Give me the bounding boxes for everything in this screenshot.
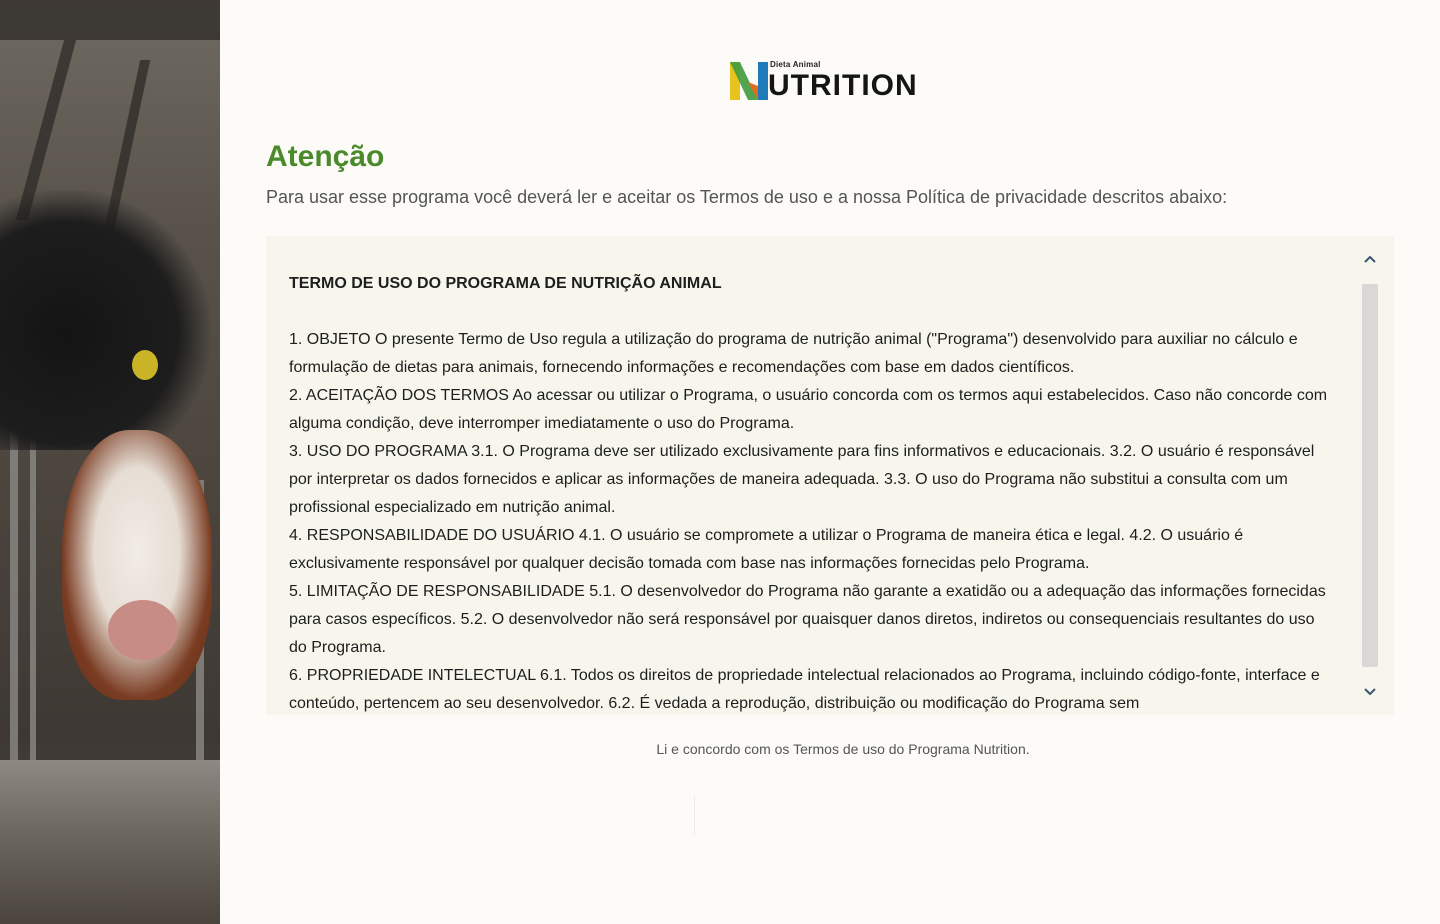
terms-clause: 4. RESPONSABILIDADE DO USUÁRIO 4.1. O us… (289, 527, 1244, 572)
terms-clause: 5. LIMITAÇÃO DE RESPONSABILIDADE 5.1. O … (289, 583, 1326, 656)
chevron-down-icon[interactable] (1360, 681, 1380, 701)
black-cow (0, 190, 210, 450)
ear-tag (132, 350, 158, 380)
logo-tagline: Dieta Animal (770, 60, 821, 69)
stall-bar (10, 430, 18, 760)
barn-roof (0, 0, 220, 40)
agree-terms-label[interactable]: Li e concordo com os Termos de uso do Pr… (220, 741, 1440, 757)
terms-clause: 2. ACEITAÇÃO DOS TERMOS Ao acessar ou ut… (289, 387, 1328, 432)
terms-clause: 6. PROPRIEDADE INTELECTUAL 6.1. Todos os… (289, 667, 1320, 712)
feed-trough (0, 760, 220, 924)
nutrition-logo: Dieta Animal UTRITION (730, 58, 934, 102)
scrollbar-track[interactable] (1362, 284, 1378, 667)
stall-bar (30, 440, 36, 760)
logo-wordmark: UTRITION (768, 69, 918, 102)
main-content: Dieta Animal UTRITION Atenção Para usar … (220, 0, 1440, 924)
terms-clause: 3. USO DO PROGRAMA 3.1. O Programa deve … (289, 443, 1315, 516)
cow-nose (108, 600, 178, 660)
terms-scroll-box[interactable]: TERMO DE USO DO PROGRAMA DE NUTRIÇÃO ANI… (266, 236, 1394, 715)
barn-cow-photo (0, 0, 220, 924)
divider (694, 795, 695, 835)
chevron-up-icon[interactable] (1360, 250, 1380, 270)
terms-heading: TERMO DE USO DO PROGRAMA DE NUTRIÇÃO ANI… (289, 275, 722, 292)
page-title: Atenção (266, 140, 385, 173)
terms-content: TERMO DE USO DO PROGRAMA DE NUTRIÇÃO ANI… (289, 270, 1329, 715)
page-subtitle: Para usar esse programa você deverá ler … (266, 187, 1228, 207)
scrollbar-thumb[interactable] (1362, 284, 1378, 667)
terms-clause: 1. OBJETO O presente Termo de Uso regula… (289, 331, 1298, 376)
logo-n-mark-icon (730, 62, 768, 100)
